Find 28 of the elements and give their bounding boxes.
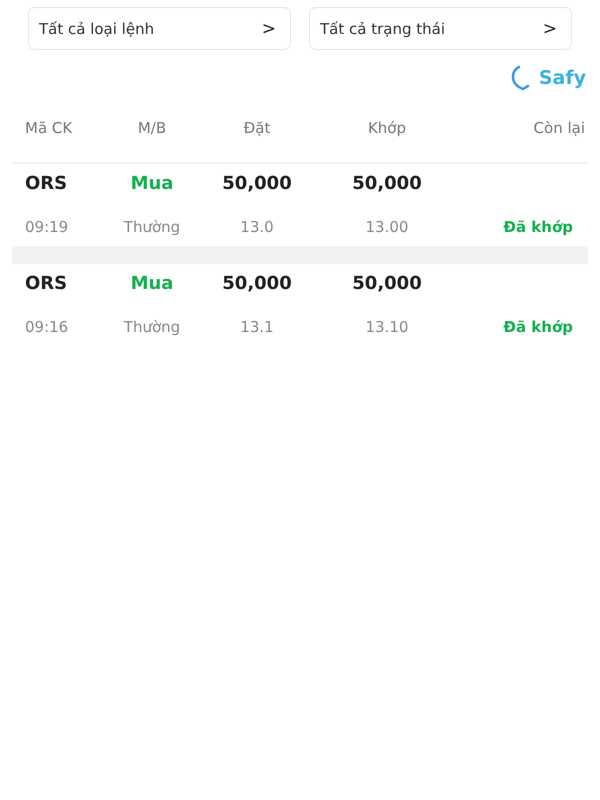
order-time: 09:19 — [25, 218, 70, 236]
placed-price: 13.1 — [239, 318, 275, 336]
stock-symbol: ORS — [25, 173, 68, 194]
order-card[interactable]: ORS Mua 50,000 50,000 09:16 Thường 13.1 13.10 Đã khớp — [12, 264, 588, 346]
filter-dropdown[interactable]: Tất cả loại lệnh > — [28, 7, 291, 50]
matched-quantity: 50,000 — [351, 173, 423, 194]
order-type: Thường — [122, 318, 182, 336]
brand-name: Safy — [538, 67, 586, 89]
placed-price: 13.0 — [239, 218, 275, 236]
placed-quantity: 50,000 — [221, 173, 293, 194]
placed-quantity: 50,000 — [221, 273, 293, 294]
column-header: Mã CK — [25, 119, 74, 137]
column-header: M/B — [136, 119, 168, 137]
column-header: Khớp — [366, 119, 408, 137]
column-header: Đặt — [242, 119, 272, 137]
order-type: Thường — [122, 218, 182, 236]
column-header: Còn lại — [532, 119, 585, 137]
order-status: Đã khớp — [502, 318, 573, 336]
matched-price: 13.10 — [364, 318, 410, 336]
matched-quantity: 50,000 — [351, 273, 423, 294]
filter-dropdown[interactable]: Tất cả trạng thái > — [309, 7, 572, 50]
matched-price: 13.00 — [364, 218, 410, 236]
order-side: Mua — [130, 173, 174, 194]
order-side: Mua — [130, 273, 174, 294]
order-time: 09:16 — [25, 318, 70, 336]
order-card[interactable]: ORS Mua 50,000 50,000 09:19 Thường 13.0 13.00 Đã khớp — [12, 164, 588, 246]
stock-symbol: ORS — [25, 273, 68, 294]
order-status: Đã khớp — [502, 218, 573, 236]
